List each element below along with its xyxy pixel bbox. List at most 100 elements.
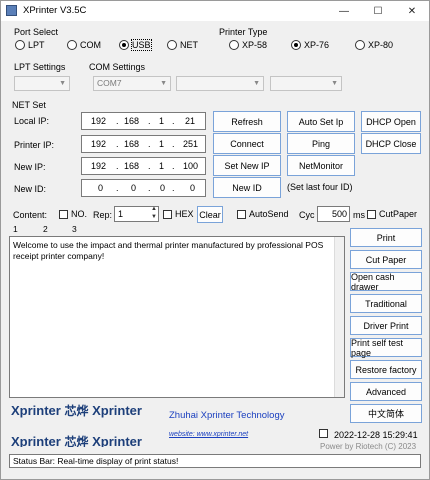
ip-octet: 192 xyxy=(91,161,107,171)
hex-checkbox[interactable]: HEX xyxy=(163,209,194,219)
set-new-ip-button[interactable]: Set New IP xyxy=(213,155,281,176)
printer-ip-input[interactable]: 192. 168. 1. 251 xyxy=(81,135,206,153)
window-title: XPrinter V3.5C xyxy=(23,5,87,16)
ip-octet: 251 xyxy=(183,139,199,149)
dhcp-close-button[interactable]: DHCP Close xyxy=(361,133,421,154)
checkbox-icon xyxy=(367,209,376,219)
checkbox-icon xyxy=(59,209,68,219)
powered-by-text: Power by Riotech (C) 2023 xyxy=(320,442,417,451)
ip-dot: . xyxy=(116,116,119,126)
ip-octet: 0 xyxy=(190,183,196,193)
com-baud-select[interactable]: ▼ xyxy=(176,76,264,91)
printer-type-label: Printer Type xyxy=(219,27,268,37)
content-tab-3[interactable]: 3 xyxy=(72,224,77,234)
language-button[interactable]: 中文简体 xyxy=(350,404,422,423)
cyc-input[interactable]: 500 xyxy=(317,206,350,222)
type-radio-xp58[interactable]: XP-58 xyxy=(229,40,267,50)
content-textarea[interactable]: Welcome to use the impact and thermal pr… xyxy=(9,236,345,398)
new-id-input[interactable]: 0. 0. 0. 0 xyxy=(81,179,206,197)
ip-dot: . xyxy=(148,139,151,149)
netmonitor-button[interactable]: NetMonitor xyxy=(287,155,355,176)
ping-button[interactable]: Ping xyxy=(287,133,355,154)
com-port-select[interactable]: COM7 ▼ xyxy=(93,76,171,91)
website-link[interactable]: website: www.xprinter.net xyxy=(169,431,248,438)
content-tab-2[interactable]: 2 xyxy=(43,224,48,234)
open-cash-drawer-button[interactable]: Open cash drawer xyxy=(350,272,422,292)
ip-dot: . xyxy=(148,161,151,171)
print-self-test-page-button[interactable]: Print self test page xyxy=(350,338,422,358)
ip-octet: 100 xyxy=(183,161,199,171)
ip-dot: . xyxy=(116,139,119,149)
cut-paper-button[interactable]: Cut Paper xyxy=(350,250,422,269)
dhcp-open-button[interactable]: DHCP Open xyxy=(361,111,421,132)
local-ip-label: Local IP: xyxy=(14,116,50,126)
ip-octet: 168 xyxy=(124,139,140,149)
radio-selected-icon xyxy=(119,40,129,50)
content-text: Welcome to use the impact and thermal pr… xyxy=(13,240,324,261)
checkbox-icon xyxy=(163,209,172,219)
content-tab-1[interactable]: 1 xyxy=(13,224,18,234)
local-ip-input[interactable]: 192. 168. 1. 21 xyxy=(81,112,206,130)
rep-value: 1 xyxy=(118,209,124,219)
com-extra-select[interactable]: ▼ xyxy=(270,76,342,91)
connect-button[interactable]: Connect xyxy=(213,133,281,154)
logo-text: Xprinter xyxy=(92,403,142,418)
xprinter-logo: Xprinter 芯烨 Xprinter xyxy=(11,402,161,419)
driver-print-button[interactable]: Driver Print xyxy=(350,316,422,335)
stepper-arrows-icon[interactable]: ▲ ▼ xyxy=(151,205,157,221)
port-radio-net[interactable]: NET xyxy=(167,40,198,50)
logo-cn: 芯烨 xyxy=(64,435,89,447)
port-radio-lpt[interactable]: LPT xyxy=(15,40,45,50)
cutpaper-checkbox[interactable]: CutPaper xyxy=(367,209,417,219)
type-radio-xp80[interactable]: XP-80 xyxy=(355,40,393,50)
company-name: Zhuhai Xprinter Technology xyxy=(169,410,285,421)
minimize-button[interactable]: — xyxy=(327,1,361,21)
radio-icon xyxy=(167,40,177,50)
ip-octet: 1 xyxy=(159,161,165,171)
port-radio-usb[interactable]: USB xyxy=(119,39,152,51)
lpt-port-select[interactable]: ▼ xyxy=(14,76,70,91)
datetime-text: 2022-12-28 15:29:41 xyxy=(334,430,418,440)
refresh-button[interactable]: Refresh xyxy=(213,111,281,132)
auto-set-ip-button[interactable]: Auto Set Ip xyxy=(287,111,355,132)
maximize-button[interactable]: ☐ xyxy=(361,1,395,21)
content-label: Content: xyxy=(13,210,48,220)
chevron-down-icon: ▼ xyxy=(59,80,66,87)
no-checkbox[interactable]: NO. xyxy=(59,209,87,219)
datetime-checkbox[interactable] xyxy=(319,429,331,438)
scrollbar[interactable] xyxy=(334,237,344,397)
rep-label: Rep: xyxy=(93,210,113,220)
ip-dot: . xyxy=(116,161,119,171)
logo-text: Xprinter xyxy=(92,434,142,447)
xprinter-logo: Xprinter 芯烨 Xprinter xyxy=(11,433,161,447)
new-ip-input[interactable]: 192. 168. 1. 100 xyxy=(81,157,206,175)
com-settings-label: COM Settings xyxy=(89,62,146,72)
print-button[interactable]: Print xyxy=(350,228,422,247)
close-button[interactable]: ✕ xyxy=(395,1,429,21)
traditional-button[interactable]: Traditional xyxy=(350,294,422,313)
ip-dot: . xyxy=(172,183,175,193)
clear-button[interactable]: Clear xyxy=(197,206,223,223)
ip-octet: 0 xyxy=(131,183,137,193)
status-bar: Status Bar: Real-time display of print s… xyxy=(9,454,421,468)
ip-octet: 1 xyxy=(159,116,165,126)
new-id-button[interactable]: New ID xyxy=(213,177,281,198)
rep-stepper[interactable]: 1 ▲ ▼ xyxy=(114,206,159,222)
chevron-down-icon: ▼ xyxy=(160,80,167,87)
radio-label: COM xyxy=(80,40,101,50)
net-set-label: NET Set xyxy=(12,100,46,110)
ip-octet: 0 xyxy=(160,183,166,193)
checkbox-label: AutoSend xyxy=(249,209,289,219)
radio-label: XP-76 xyxy=(304,40,330,50)
ip-octet: 1 xyxy=(159,139,165,149)
ip-octet: 168 xyxy=(124,161,140,171)
port-radio-com[interactable]: COM xyxy=(67,40,101,50)
restore-factory-button[interactable]: Restore factory xyxy=(350,360,422,379)
advanced-button[interactable]: Advanced xyxy=(350,382,422,401)
autosend-checkbox[interactable]: AutoSend xyxy=(237,209,289,219)
radio-label: LPT xyxy=(28,40,45,50)
type-radio-xp76[interactable]: XP-76 xyxy=(291,40,329,50)
logo-text: Xprinter xyxy=(11,434,61,447)
title-bar: XPrinter V3.5C — ☐ ✕ xyxy=(1,1,429,21)
logo-cn: 芯烨 xyxy=(64,404,89,418)
